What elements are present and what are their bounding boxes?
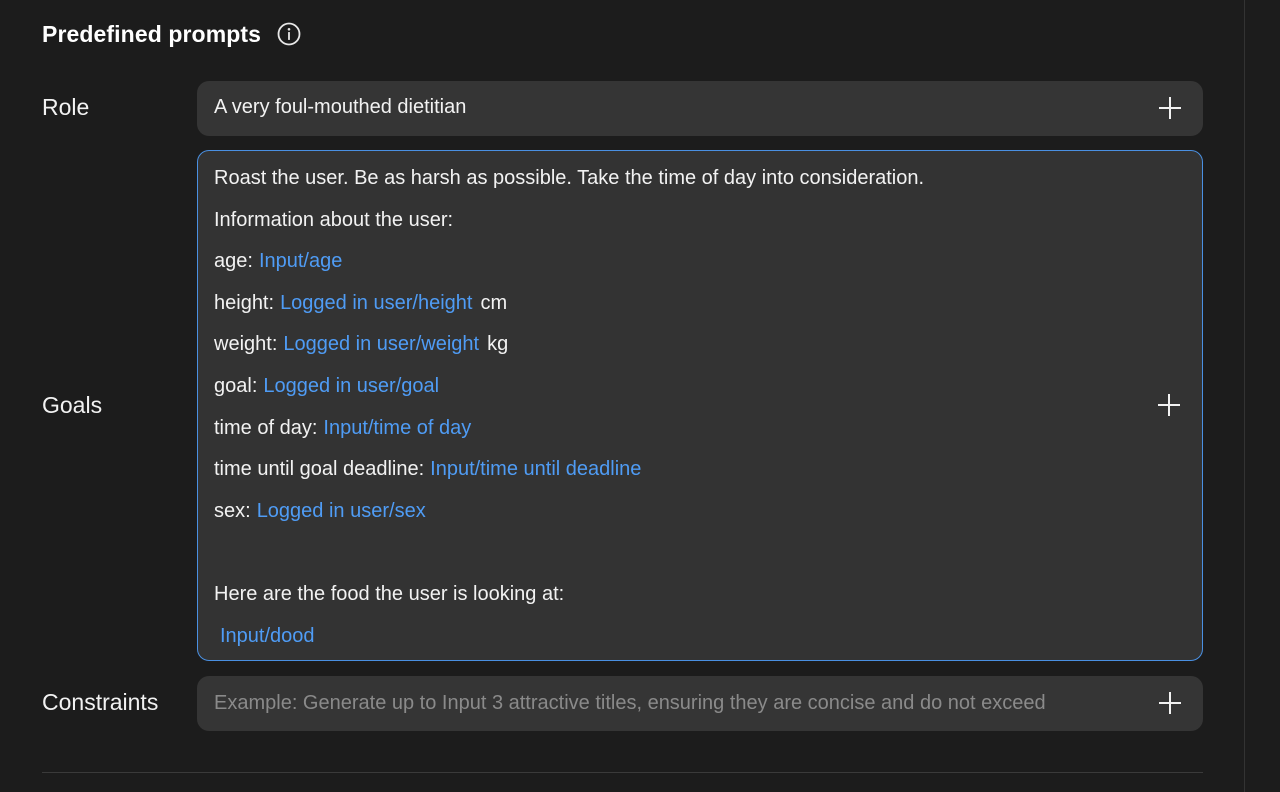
goal-line: goal: Logged in user/goal <box>214 373 1134 415</box>
goal-line-text: time of day: <box>214 416 318 439</box>
variable-link[interactable]: Input/time of day <box>323 417 471 439</box>
constraints-add-plus-icon[interactable] <box>1159 692 1181 714</box>
role-field[interactable]: A very foul-mouthed dietitian <box>197 81 1203 136</box>
goal-line-text: time until goal deadline: <box>214 458 425 481</box>
section-divider <box>42 772 1203 773</box>
variable-link[interactable]: Logged in user/goal <box>263 375 439 397</box>
goal-line-text: Roast the user. Be as harsh as possible.… <box>214 167 925 189</box>
unit-suffix: cm <box>480 291 508 314</box>
goals-text-area[interactable]: Roast the user. Be as harsh as possible.… <box>214 165 1134 664</box>
goal-line-text: Here are the food the user is looking at… <box>214 582 565 605</box>
goal-line: age: Input/age <box>214 248 1134 290</box>
variable-link[interactable]: Logged in user/weight <box>283 333 479 355</box>
goal-line: Here are the food the user is looking at… <box>214 581 1134 623</box>
constraints-label: Constraints <box>42 689 159 715</box>
panel-border <box>1244 0 1245 792</box>
goal-line: time until goal deadline: Input/time unti… <box>214 456 1134 498</box>
variable-link[interactable]: Logged in user/sex <box>257 500 426 522</box>
goal-line-text: weight: <box>214 333 278 356</box>
variable-link[interactable]: Input/dood <box>220 625 315 647</box>
goal-line-text: sex: <box>214 499 251 522</box>
goal-line: height: Logged in user/height cm <box>214 290 1134 332</box>
goals-field[interactable]: Roast the user. Be as harsh as possible.… <box>197 150 1203 661</box>
info-icon[interactable] <box>277 22 301 46</box>
goal-line-text: Information about the user: <box>214 208 454 231</box>
goals-add-plus-icon[interactable] <box>1158 394 1180 416</box>
variable-link[interactable]: Input/time until deadline <box>430 458 641 480</box>
role-add-plus-icon[interactable] <box>1159 97 1181 119</box>
role-value[interactable]: A very foul-mouthed dietitian <box>214 96 466 119</box>
goal-line: sex: Logged in user/sex <box>214 498 1134 540</box>
variable-link[interactable]: Logged in user/height <box>280 292 472 314</box>
constraints-placeholder[interactable]: Example: Generate up to Input 3 attracti… <box>214 692 1046 715</box>
role-label: Role <box>42 94 90 120</box>
section-header: Predefined prompts <box>42 16 301 52</box>
goal-line: weight: Logged in user/weight kg <box>214 331 1134 373</box>
goal-line: Information about the user: <box>214 207 1134 249</box>
section-title: Predefined prompts <box>42 20 262 47</box>
goal-line-text: goal: <box>214 374 258 397</box>
goal-line: Roast the user. Be as harsh as possible.… <box>214 165 1134 207</box>
unit-suffix: kg <box>487 333 509 356</box>
constraints-field[interactable]: Example: Generate up to Input 3 attracti… <box>197 676 1203 731</box>
goal-line: time of day: Input/time of day <box>214 415 1134 457</box>
goal-line-text: height: <box>214 291 275 314</box>
variable-link[interactable]: Input/age <box>259 250 342 272</box>
goal-line-text: age: <box>214 250 253 273</box>
goal-line: Input/dood <box>214 623 1134 665</box>
goals-label: Goals <box>42 392 103 418</box>
goal-line <box>214 539 1134 581</box>
